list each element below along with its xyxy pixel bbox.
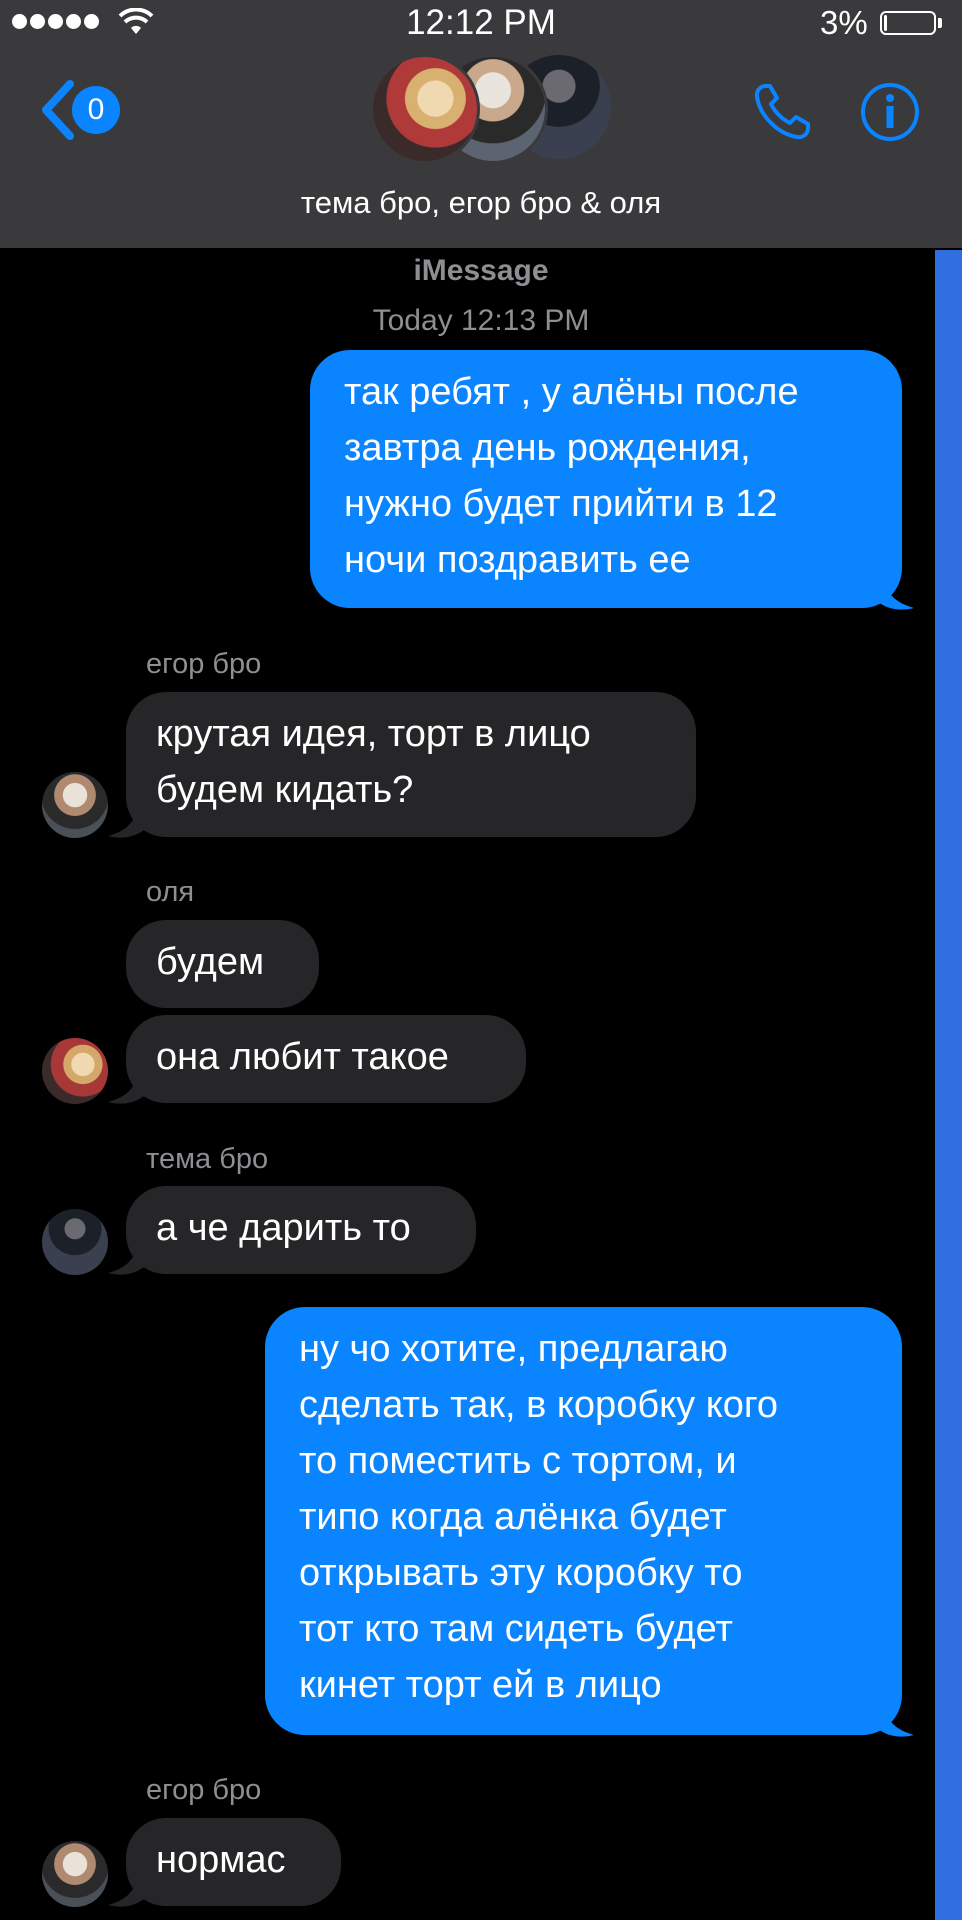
avatar-olya [370, 54, 480, 164]
bubble-tail [878, 1699, 914, 1737]
bubble-tail [108, 1869, 144, 1907]
group-name[interactable]: тема бро, егор бро & оля [0, 185, 962, 221]
message-line: сделать так, в коробку кого [299, 1384, 779, 1426]
avatar-tema[interactable] [42, 1209, 108, 1275]
sender-name: егор бро [146, 1774, 262, 1806]
message-line: типо когда алёнка будет [299, 1496, 727, 1538]
incoming-message[interactable]: крутая идея, торт в лицо будем кидать? [126, 692, 696, 837]
group-avatars[interactable] [370, 52, 614, 164]
bubble-tail [108, 1066, 144, 1104]
message-line: она любит такое [156, 1036, 449, 1078]
message-line: а че дарить то [156, 1207, 411, 1249]
message-line: нужно будет прийти в 12 [344, 483, 778, 525]
message-line: будем [156, 941, 265, 983]
incoming-message[interactable]: а че дарить то [126, 1186, 476, 1274]
sender-name: тема бро [146, 1143, 269, 1175]
bubble-tail [878, 572, 914, 610]
message-line: будем кидать? [156, 769, 414, 811]
message-line: открывать эту коробку то [299, 1552, 743, 1594]
incoming-message[interactable]: будем [126, 920, 319, 1008]
message-line: кинет торт ей в лицо [299, 1664, 662, 1706]
sender-name: оля [146, 876, 195, 908]
incoming-message[interactable]: нормас [126, 1818, 341, 1906]
message-line: завтра день рождения, [344, 427, 751, 469]
message-line: то поместить с тортом, и [299, 1440, 737, 1482]
battery-icon [880, 11, 936, 35]
outgoing-message[interactable]: ну чо хотите, предлагаю сделать так, в к… [265, 1307, 902, 1735]
info-icon[interactable] [860, 82, 920, 142]
message-line: нормас [156, 1839, 286, 1881]
avatar-egor[interactable] [42, 1841, 108, 1907]
incoming-message[interactable]: она любит такое [126, 1015, 526, 1103]
bubble-tail [108, 1237, 144, 1275]
avatar-egor[interactable] [42, 772, 108, 838]
nav-header: 12:12 PM 3% 0 тема бро, егор бро & оля [0, 0, 962, 248]
avatar-olya[interactable] [42, 1038, 108, 1104]
message-line: тот кто там сидеть будет [299, 1608, 733, 1650]
battery-percent: 3% [820, 4, 868, 41]
thread-timestamp: Today 12:13 PM [372, 304, 590, 337]
outgoing-message[interactable]: так ребят , у алёны после завтра день ро… [310, 350, 902, 608]
message-line: крутая идея, торт в лицо [156, 713, 591, 755]
message-line: ну чо хотите, предлагаю [299, 1328, 728, 1370]
message-line: ночи поздравить ее [344, 539, 691, 581]
back-unread-badge[interactable]: 0 [72, 86, 120, 134]
scrollbar[interactable] [935, 250, 962, 1920]
service-label: iMessage [413, 254, 549, 287]
phone-icon[interactable] [752, 82, 812, 142]
sender-name: егор бро [146, 648, 262, 680]
status-time: 12:12 PM [406, 3, 556, 42]
message-line: так ребят , у алёны после [344, 371, 799, 413]
bubble-tail [108, 800, 144, 838]
